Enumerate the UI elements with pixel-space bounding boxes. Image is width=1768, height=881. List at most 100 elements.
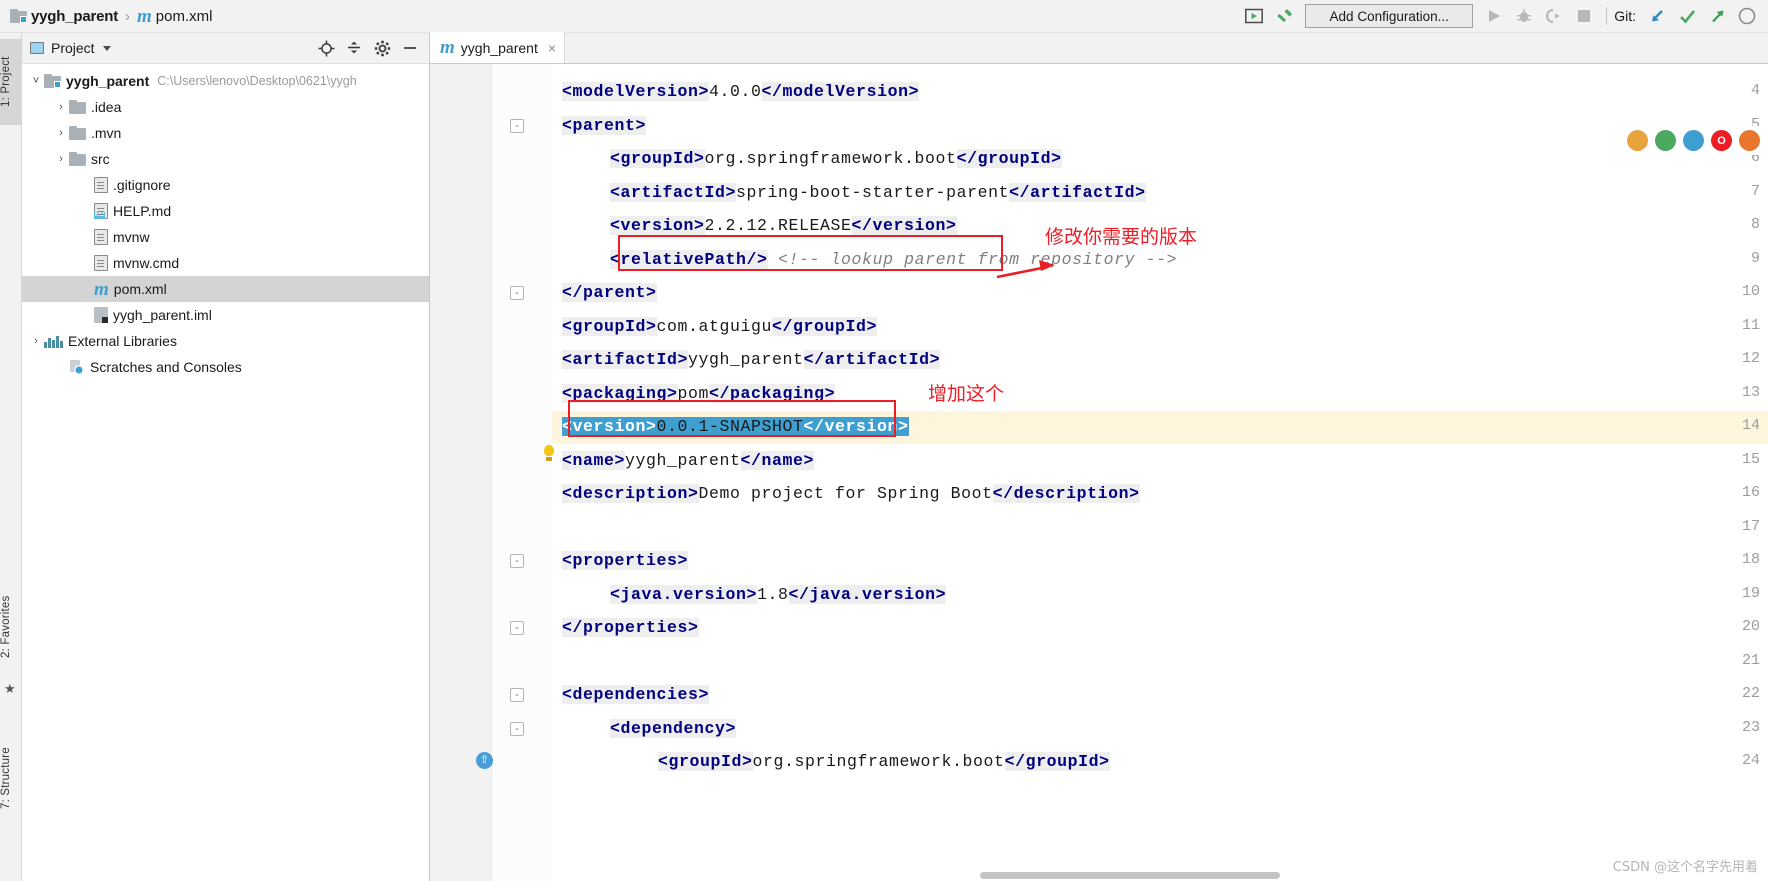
git-push-icon[interactable] <box>1702 3 1732 29</box>
chrome-icon[interactable] <box>1627 130 1648 151</box>
code-canvas[interactable]: 4 <modelVersion>4.0.0</modelVersion> 5- <pa… <box>430 64 1768 881</box>
xml-tag: </parent> <box>562 283 657 302</box>
chevron-down-icon[interactable] <box>102 45 111 51</box>
close-icon[interactable]: × <box>548 40 556 56</box>
code-line[interactable]: <dependency> <box>610 718 737 738</box>
xml-text: 4.0.0 <box>709 82 762 101</box>
code-line[interactable]: <version>2.2.12.RELEASE</version> <box>610 216 957 235</box>
opera-icon[interactable]: O <box>1711 130 1732 151</box>
tree-item-scratches-and-consoles[interactable]: Scratches and Consoles <box>22 354 429 380</box>
code-line[interactable]: <properties> <box>562 551 689 570</box>
hide-panel-icon[interactable] <box>397 36 423 60</box>
code-line[interactable]: <parent> <box>562 115 647 135</box>
fold-toggle-icon[interactable]: - <box>510 286 524 300</box>
maven-reimport-icon[interactable]: ⇧ <box>476 752 493 769</box>
code-line[interactable]: <artifactId>yygh_parent</artifactId> <box>562 350 941 369</box>
breadcrumb-file[interactable]: pom.xml <box>156 8 213 25</box>
code-line[interactable]: <name>yygh_parent</name> <box>562 450 815 470</box>
line-number: 23 <box>1741 718 1760 736</box>
sidebar-tab-project[interactable]: 1: Project <box>0 39 22 125</box>
line-number: 8 <box>1750 216 1760 233</box>
project-folder-icon <box>44 74 61 88</box>
run-config-box-icon[interactable] <box>1239 3 1269 29</box>
breadcrumb: yygh_parent › m pom.xml <box>0 7 212 26</box>
code-line[interactable]: <groupId>org.springframework.boot</group… <box>658 752 1110 771</box>
fold-toggle-icon[interactable]: - <box>510 621 524 635</box>
expand-arrow-icon[interactable]: ˅ <box>28 75 44 87</box>
build-hammer-icon[interactable] <box>1269 3 1299 29</box>
breadcrumb-project[interactable]: yygh_parent <box>31 8 118 25</box>
fold-toggle-icon[interactable]: - <box>510 118 524 133</box>
expand-arrow-icon[interactable]: › <box>53 127 69 139</box>
tree-item-external-libraries[interactable]: › External Libraries <box>22 328 429 354</box>
annotation-box-version <box>618 235 1003 271</box>
fold-toggle-icon[interactable]: - <box>510 688 524 702</box>
editor-tab-pom[interactable]: m yygh_parent × <box>430 32 566 63</box>
debug-button[interactable] <box>1509 3 1539 29</box>
collapse-all-icon[interactable] <box>341 36 367 60</box>
xml-tag: </artifactId> <box>803 350 941 369</box>
code-line[interactable]: <description>Demo project for Spring Boo… <box>562 484 1140 503</box>
sidebar-tab-structure[interactable]: 7: Structure <box>0 723 22 833</box>
gear-icon[interactable] <box>369 36 395 60</box>
search-everywhere-icon[interactable] <box>1732 3 1762 29</box>
fold-toggle-icon[interactable]: - <box>510 721 524 736</box>
library-icon <box>44 334 63 348</box>
code-line[interactable]: <artifactId>spring-boot-starter-parent</… <box>610 182 1146 202</box>
code-line[interactable]: <dependencies> <box>562 685 710 704</box>
line-number: 15 <box>1741 450 1760 468</box>
code-line[interactable]: </properties> <box>562 618 699 637</box>
code-line[interactable]: </parent> <box>562 283 657 302</box>
fold-toggle-icon[interactable]: - <box>510 554 524 568</box>
tree-item-yygh-parent-iml[interactable]: yygh_parent.iml <box>22 302 429 328</box>
safari-icon[interactable] <box>1683 130 1704 151</box>
expand-arrow-icon[interactable]: › <box>53 153 69 165</box>
tree-item-path: C:\Users\lenovo\Desktop\0621\yygh <box>157 74 357 88</box>
xml-text: com.atguigu <box>656 316 773 336</box>
tree-item-label: mvnw <box>113 229 150 245</box>
firefox-icon[interactable] <box>1739 130 1760 151</box>
tree-item--gitignore[interactable]: .gitignore <box>22 172 429 198</box>
annotation-text-1: 增加这个 <box>928 383 1005 405</box>
code-line[interactable]: <groupId>org.springframework.boot</group… <box>610 149 1062 168</box>
git-update-icon[interactable] <box>1642 3 1672 29</box>
tree-item--idea[interactable]: › .idea <box>22 94 429 120</box>
code-line[interactable]: <modelVersion>4.0.0</modelVersion> <box>562 82 920 101</box>
tree-item-pom-xml[interactable]: m pom.xml <box>22 276 429 302</box>
run-with-coverage-button[interactable] <box>1539 3 1569 29</box>
expand-arrow-icon[interactable]: › <box>28 335 44 347</box>
expand-arrow-icon[interactable]: › <box>53 101 69 113</box>
xml-text: spring-boot-starter-parent <box>736 182 1010 202</box>
tree-item--mvn[interactable]: › .mvn <box>22 120 429 146</box>
git-commit-icon[interactable] <box>1672 3 1702 29</box>
run-button[interactable] <box>1479 3 1509 29</box>
code-line[interactable]: <java.version>1.8</java.version> <box>610 584 947 604</box>
add-configuration-button[interactable]: Add Configuration... <box>1305 4 1474 28</box>
tree-item-src[interactable]: › src <box>22 146 429 172</box>
stop-button[interactable] <box>1569 3 1599 29</box>
tree-item-help-md[interactable]: MD HELP.md <box>22 198 429 224</box>
xml-tag: </properties> <box>562 618 699 637</box>
horizontal-scrollbar[interactable] <box>980 872 1280 879</box>
module-badge-icon <box>54 81 61 88</box>
locate-file-icon[interactable] <box>313 36 339 60</box>
xml-tag: </groupId> <box>956 149 1062 168</box>
tree-item-mvnw[interactable]: mvnw <box>22 224 429 250</box>
xml-tag: <name> <box>562 450 626 470</box>
edge-icon[interactable] <box>1655 130 1676 151</box>
intention-bulb-icon[interactable] <box>542 445 556 461</box>
line-number: 22 <box>1741 685 1760 702</box>
xml-tag: </description> <box>992 484 1140 503</box>
code-line[interactable]: <groupId>com.atguigu</groupId> <box>562 316 878 336</box>
file-icon <box>94 229 108 245</box>
tree-item-mvnw-cmd[interactable]: mvnw.cmd <box>22 250 429 276</box>
line-number: 18 <box>1741 551 1760 568</box>
xml-tag: <dependencies> <box>562 685 710 704</box>
sidebar-tab-favorites[interactable]: 2: Favorites <box>0 573 22 681</box>
xml-tag: </version> <box>851 216 957 235</box>
xml-tag: <groupId> <box>562 316 657 336</box>
xml-tag: </groupId> <box>1004 752 1110 771</box>
favorites-star-icon: ★ <box>4 681 16 696</box>
xml-text: 2.2.12.RELEASE <box>704 216 852 235</box>
tree-item-yygh-parent[interactable]: ˅ yygh_parent C:\Users\lenovo\Desktop\0621… <box>22 68 429 94</box>
